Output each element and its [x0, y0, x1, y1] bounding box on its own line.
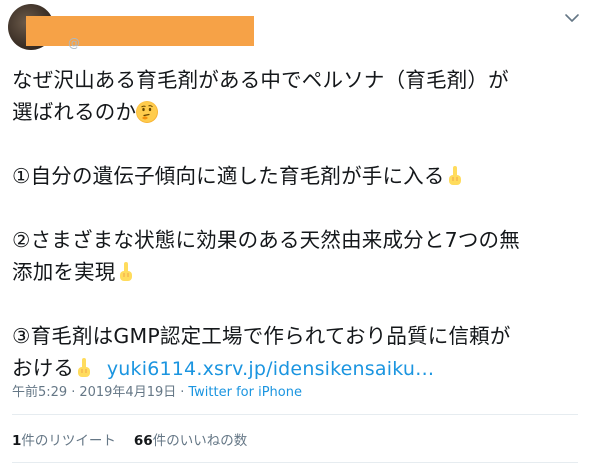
divider	[12, 462, 578, 463]
tweet-date[interactable]: 2019年4月19日	[79, 385, 176, 400]
pointing-up-emoji-icon	[74, 357, 92, 379]
pointing-up-emoji-icon	[116, 261, 134, 283]
tweet-line: ②さまざまな状態に効果のある天然由来成分と7つの無	[12, 224, 582, 256]
tweet-line-text: 選ばれるのか	[12, 100, 137, 124]
tweet-stats: 1件のリツイート 66件のいいねの数	[12, 429, 247, 449]
likes-label: 件のいいねの数	[152, 433, 248, 449]
retweets-stat[interactable]: 1件のリツイート	[12, 433, 116, 449]
tweet-line: 選ばれるのか	[12, 96, 582, 128]
tweet-card: @ なぜ沢山ある育毛剤がある中でペルソナ（育毛剤）が 選ばれるのか ①自分の遺伝…	[0, 0, 591, 468]
tweet-meta: 午前5:29 · 2019年4月19日 · Twitter for iPhone	[12, 381, 302, 400]
author-handle[interactable]: @	[68, 36, 80, 50]
tweet-source-link[interactable]: Twitter for iPhone	[188, 385, 302, 400]
tweet-link[interactable]: yuki6114.xsrv.jp/idensikensaiku…	[107, 358, 434, 380]
retweets-label: 件のリツイート	[21, 433, 116, 449]
redacted-author-name	[26, 16, 254, 46]
tweet-line-text: ③育毛剤はGMP認定工場で作られており品質に信頼が	[12, 324, 511, 348]
tweet-line-text: 添加を実現	[12, 260, 116, 284]
tweet-line-text: おける	[12, 356, 75, 380]
thinking-face-emoji-icon	[136, 101, 159, 123]
tweet-line-text: なぜ沢山ある育毛剤がある中でペルソナ（育毛剤）が	[12, 68, 509, 92]
tweet-line: ③育毛剤はGMP認定工場で作られており品質に信頼が	[12, 320, 582, 352]
tweet-line: ①自分の遺伝子傾向に適した育毛剤が手に入る	[12, 160, 582, 192]
tweet-line-text: ②さまざまな状態に効果のある天然由来成分と7つの無	[12, 228, 520, 252]
tweet-line-text: ①自分の遺伝子傾向に適した育毛剤が手に入る	[12, 164, 445, 188]
divider	[12, 414, 578, 415]
tweet-line: なぜ沢山ある育毛剤がある中でペルソナ（育毛剤）が	[12, 64, 582, 96]
tweet-text: なぜ沢山ある育毛剤がある中でペルソナ（育毛剤）が 選ばれるのか ①自分の遺伝子傾…	[12, 64, 582, 384]
tweet-time[interactable]: 午前5:29	[12, 385, 67, 400]
meta-separator: ·	[71, 385, 76, 400]
meta-separator: ·	[180, 385, 185, 400]
tweet-line: 添加を実現	[12, 256, 582, 288]
likes-stat[interactable]: 66件のいいねの数	[134, 433, 247, 449]
likes-count: 66	[133, 433, 153, 449]
tweet-line: おける yuki6114.xsrv.jp/idensikensaiku…	[12, 352, 582, 384]
chevron-down-icon[interactable]	[562, 8, 582, 28]
pointing-up-emoji-icon	[445, 165, 463, 187]
retweets-count: 1	[12, 433, 22, 449]
